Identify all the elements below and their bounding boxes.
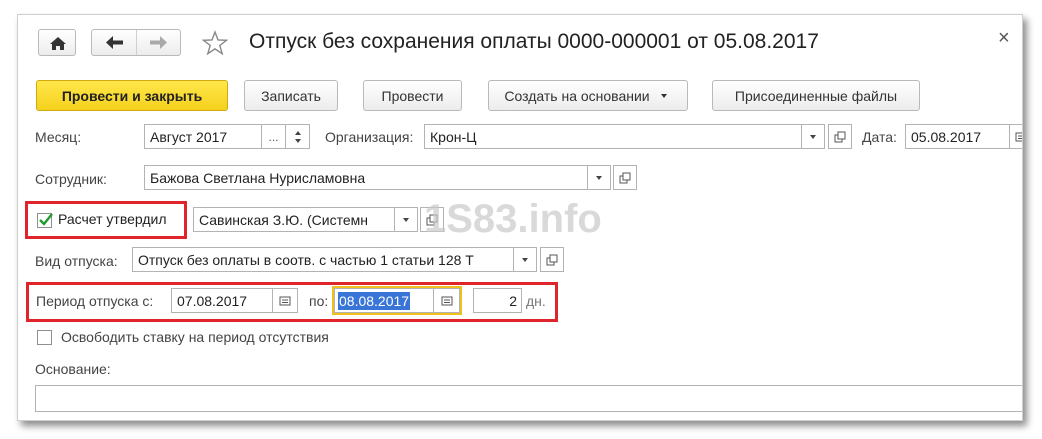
leave-type-input[interactable]: Отпуск без оплаты в соотв. с частью 1 ст…: [132, 247, 514, 272]
chevron-down-icon: [660, 93, 667, 98]
close-icon[interactable]: ×: [998, 27, 1010, 50]
period-to-value: 08.08.2017: [338, 291, 411, 310]
period-to-calendar-button[interactable]: [433, 288, 460, 313]
days-count-value: 2: [509, 292, 517, 309]
home-button[interactable]: [38, 29, 76, 56]
home-icon: [50, 37, 66, 50]
organization-dropdown-button[interactable]: [801, 124, 825, 149]
release-rate-label: Освободить ставку на период отсутствия: [61, 329, 329, 345]
chevron-down-icon: [403, 217, 409, 222]
date-label: Дата:: [862, 129, 897, 145]
chevron-down-icon: [596, 175, 602, 180]
days-count-input[interactable]: 2: [473, 288, 522, 313]
arrow-right-icon: [150, 36, 167, 49]
organization-label: Организация:: [325, 129, 414, 145]
open-form-icon: [546, 254, 558, 265]
calendar-icon: [441, 296, 452, 305]
calendar-icon: [279, 296, 291, 305]
back-button[interactable]: [92, 30, 136, 55]
month-stepper[interactable]: [285, 124, 310, 149]
date-calendar-button[interactable]: [1009, 124, 1022, 149]
period-to-input[interactable]: 08.08.2017: [334, 288, 434, 313]
forward-button[interactable]: [137, 30, 180, 55]
employee-label: Сотрудник:: [35, 171, 107, 187]
arrow-left-icon: [106, 36, 123, 49]
document-window: Отпуск без сохранения оплаты 0000-000001…: [17, 14, 1023, 421]
basis-label: Основание:: [35, 361, 111, 377]
employee-dropdown-button[interactable]: [587, 165, 611, 190]
employee-input[interactable]: Бажова Светлана Нурисламовна: [144, 165, 588, 190]
release-rate-checkbox[interactable]: [37, 330, 52, 345]
chevron-down-icon: [810, 134, 816, 139]
approver-input[interactable]: Савинская З.Ю. (Системн: [193, 207, 395, 232]
organization-input[interactable]: Крон-Ц: [424, 124, 802, 149]
month-label: Месяц:: [35, 129, 82, 145]
favorite-star-icon[interactable]: [201, 30, 229, 56]
period-from-input[interactable]: 07.08.2017: [171, 288, 273, 313]
period-from-calendar-button[interactable]: [272, 288, 298, 313]
approved-checkbox[interactable]: [37, 213, 53, 228]
open-form-icon: [619, 172, 631, 183]
stepper-icon: [294, 130, 301, 143]
organization-open-button[interactable]: [828, 124, 852, 149]
calendar-icon: [1015, 132, 1022, 141]
month-select-button[interactable]: ...: [261, 124, 286, 149]
days-unit-label: дн.: [526, 293, 546, 309]
create-based-on-button[interactable]: Создать на основании: [488, 80, 688, 111]
chevron-down-icon: [522, 257, 528, 262]
date-input[interactable]: 05.08.2017: [905, 124, 1010, 149]
period-to-label: по:: [309, 293, 329, 309]
watermark-text: 1S83.info: [424, 197, 602, 241]
employee-open-button[interactable]: [613, 165, 637, 190]
page-title: Отпуск без сохранения оплаты 0000-000001…: [249, 30, 819, 53]
month-input[interactable]: Август 2017: [144, 124, 262, 149]
leave-type-open-button[interactable]: [540, 247, 564, 272]
checkmark-icon: [39, 213, 53, 226]
leave-type-dropdown-button[interactable]: [513, 247, 537, 272]
attached-files-button[interactable]: Присоединенные файлы: [712, 80, 920, 111]
post-and-close-button[interactable]: Провести и закрыть: [36, 80, 228, 111]
approved-label: Расчет утвердил: [58, 211, 167, 227]
period-from-label: Период отпуска с:: [36, 293, 154, 309]
leave-type-label: Вид отпуска:: [35, 253, 118, 269]
create-based-on-label: Создать на основании: [504, 87, 650, 104]
open-form-icon: [834, 131, 846, 142]
save-button[interactable]: Записать: [244, 80, 338, 111]
basis-input[interactable]: [35, 385, 1022, 412]
post-button[interactable]: Провести: [363, 80, 462, 111]
approver-dropdown-button[interactable]: [394, 207, 418, 232]
